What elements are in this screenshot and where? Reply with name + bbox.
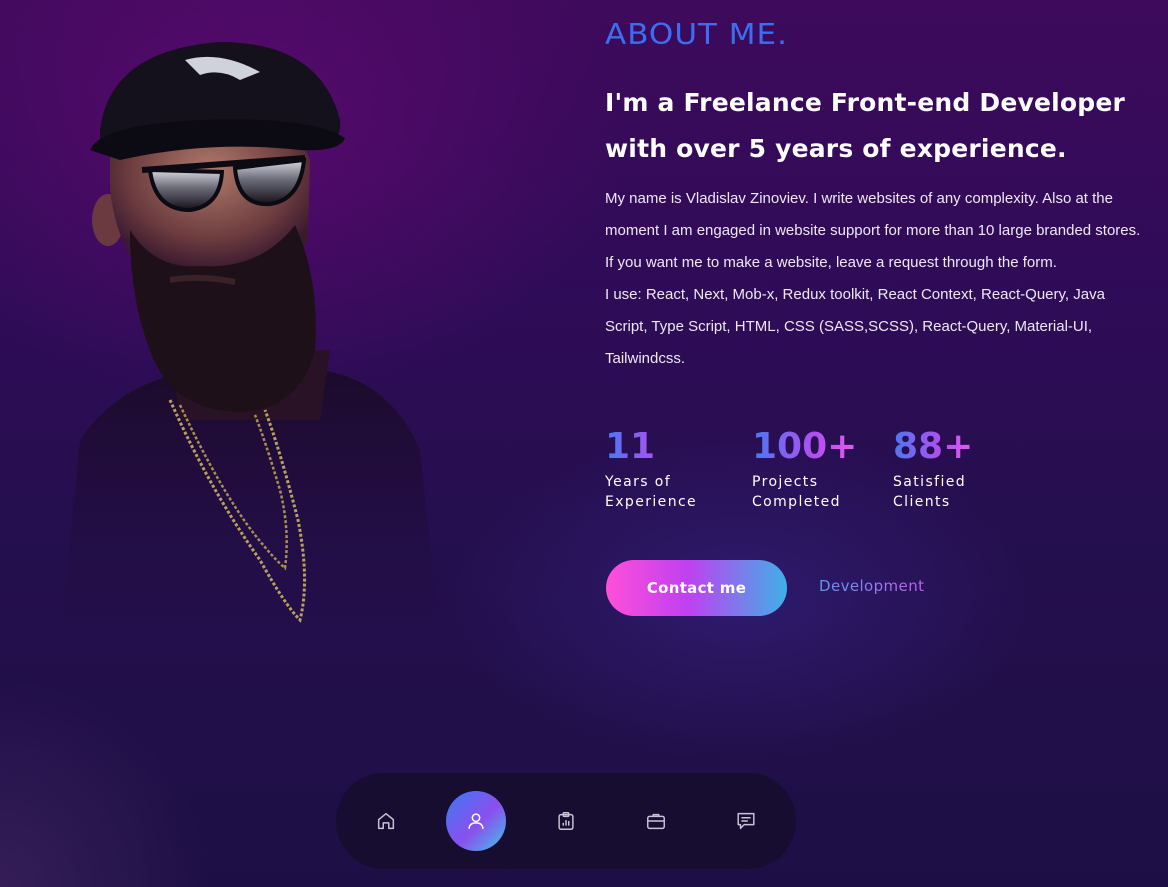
headline: I'm a Freelance Front-end Developer with… [605, 88, 1126, 163]
stat-label: Projects Completed [752, 472, 857, 512]
stat-label-line: Clients [893, 494, 951, 510]
nav-work[interactable] [626, 791, 686, 851]
development-link[interactable]: Development [819, 577, 924, 595]
stat-label-line: Projects [752, 474, 819, 490]
nav-contact[interactable] [716, 791, 776, 851]
stat-label-line: Satisfied [893, 474, 967, 490]
stat-value: 100+ [752, 426, 858, 467]
stat-experience: 11 Years of Experience [605, 425, 697, 512]
stat-projects: 100+ Projects Completed [752, 425, 857, 512]
clipboard-chart-icon [558, 812, 574, 830]
stat-label: Satisfied Clients [893, 472, 973, 512]
stat-label: Years of Experience [605, 472, 697, 512]
bio-paragraph: My name is Vladislav Zinoviev. I write w… [605, 190, 1141, 271]
bio-text: My name is Vladislav Zinoviev. I write w… [605, 183, 1145, 375]
portrait-photo [60, 20, 440, 640]
about-title: ABOUT ME. [605, 18, 788, 52]
user-icon [468, 813, 484, 830]
contact-me-button[interactable]: Contact me [606, 560, 787, 616]
bottom-nav-dock [336, 773, 796, 869]
nav-about[interactable] [446, 791, 506, 851]
nav-home[interactable] [356, 791, 416, 851]
stat-label-line: Completed [752, 494, 841, 510]
message-icon [737, 812, 755, 830]
stat-label-line: Years of [605, 474, 672, 490]
stat-clients: 88+ Satisfied Clients [893, 425, 973, 512]
bio-tech-stack: I use: React, Next, Mob-x, Redux toolkit… [605, 286, 1105, 367]
nav-resume[interactable] [536, 791, 596, 851]
briefcase-icon [647, 813, 665, 830]
stat-value: 88+ [893, 426, 974, 467]
stat-value: 11 [605, 425, 697, 469]
stat-label-line: Experience [605, 494, 698, 510]
home-icon [377, 812, 395, 830]
